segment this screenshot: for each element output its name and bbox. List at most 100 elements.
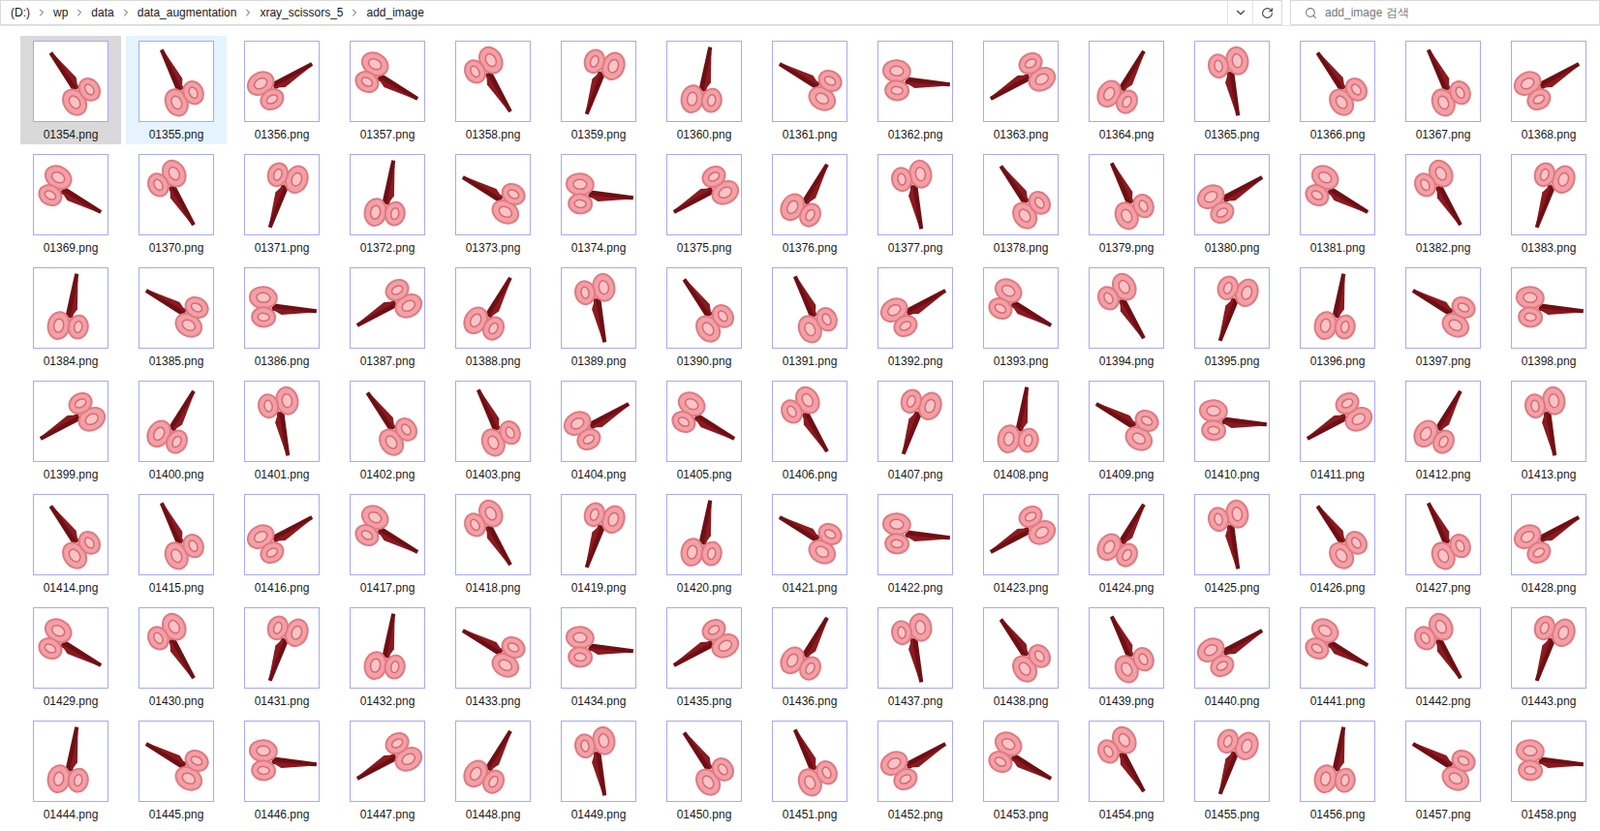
breadcrumb-label[interactable]: data_augmentation [131,3,244,22]
file-item[interactable]: 01364.png [1076,35,1177,145]
file-name[interactable]: 01405.png [676,466,733,483]
file-item[interactable]: 01452.png [864,715,966,825]
file-name[interactable]: 01449.png [571,806,627,823]
file-item[interactable]: 01362.png [864,35,966,145]
file-item[interactable]: 01440.png [1181,602,1283,711]
file-name[interactable]: 01444.png [43,806,99,823]
file-name[interactable]: 01370.png [149,240,205,256]
file-item[interactable]: 01432.png [337,602,438,711]
file-name[interactable]: 01442.png [1415,693,1472,709]
file-item[interactable]: 01381.png [1287,149,1388,258]
file-item[interactable]: 01394.png [1076,262,1177,371]
file-name[interactable]: 01437.png [888,693,944,709]
file-name[interactable]: 01386.png [254,353,310,370]
file-name[interactable]: 01363.png [993,126,1049,143]
file-name[interactable]: 01408.png [993,466,1049,483]
file-name[interactable]: 01432.png [360,693,416,709]
file-item[interactable]: 01445.png [125,715,227,825]
file-item[interactable]: 01373.png [442,149,544,258]
file-name[interactable]: 01455.png [1204,806,1261,823]
file-name[interactable]: 01453.png [993,806,1049,823]
file-item[interactable]: 01361.png [759,35,861,145]
breadcrumb-label[interactable]: (D:) [4,3,36,22]
breadcrumb-item[interactable]: data [85,3,131,22]
file-name[interactable]: 01354.png [43,126,99,143]
file-name[interactable]: 01382.png [1415,240,1472,256]
file-name[interactable]: 01456.png [1310,806,1366,823]
file-name[interactable]: 01404.png [571,466,627,483]
file-item[interactable]: 01449.png [548,715,649,825]
file-name[interactable]: 01416.png [254,580,310,596]
file-item[interactable]: 01385.png [125,262,227,371]
file-item[interactable]: 01377.png [864,149,966,258]
file-item[interactable]: 01378.png [970,149,1072,258]
file-name[interactable]: 01443.png [1521,693,1577,709]
file-name[interactable]: 01399.png [43,466,99,483]
file-item[interactable]: 01413.png [1498,375,1600,485]
file-item[interactable]: 01439.png [1076,602,1177,711]
file-item[interactable]: 01354.png [20,35,122,145]
file-item[interactable]: 01368.png [1498,35,1600,145]
file-item[interactable]: 01366.png [1287,35,1388,145]
file-name[interactable]: 01372.png [360,240,416,256]
file-name[interactable]: 01376.png [782,240,838,256]
file-name[interactable]: 01364.png [1099,126,1155,143]
file-name[interactable]: 01418.png [465,580,522,596]
address-bar[interactable]: (D:)wpdatadata_augmentationxray_scissors… [0,0,1283,26]
file-item[interactable]: 01403.png [442,375,544,485]
file-item[interactable]: 01410.png [1181,375,1283,485]
file-name[interactable]: 01381.png [1310,240,1366,256]
file-name[interactable]: 01379.png [1099,240,1155,256]
file-item[interactable]: 01396.png [1287,262,1388,371]
file-name[interactable]: 01388.png [465,353,522,370]
file-item[interactable]: 01405.png [653,375,755,485]
file-item[interactable]: 01415.png [125,489,227,598]
file-item[interactable]: 01450.png [653,715,755,825]
file-name[interactable]: 01366.png [1310,126,1366,143]
file-item[interactable]: 01386.png [231,262,333,371]
file-item[interactable]: 01384.png [20,262,122,371]
file-name[interactable]: 01373.png [465,240,522,256]
breadcrumb-label[interactable]: add_image [360,3,430,22]
file-item[interactable]: 01401.png [231,375,333,485]
file-name[interactable]: 01414.png [43,580,99,596]
file-name[interactable]: 01400.png [149,466,205,483]
file-item[interactable]: 01391.png [759,262,861,371]
file-name[interactable]: 01402.png [360,466,416,483]
file-item[interactable]: 01416.png [231,489,333,598]
file-item[interactable]: 01412.png [1392,375,1494,485]
file-name[interactable]: 01396.png [1310,353,1366,370]
file-item[interactable]: 01371.png [231,149,333,258]
file-item[interactable]: 01422.png [864,489,966,598]
file-item[interactable]: 01446.png [231,715,333,825]
file-name[interactable]: 01391.png [782,353,838,370]
file-item[interactable]: 01406.png [759,375,861,485]
file-item[interactable]: 01457.png [1392,715,1494,825]
file-item[interactable]: 01438.png [970,602,1072,711]
file-item[interactable]: 01420.png [653,489,755,598]
file-name[interactable]: 01389.png [571,353,627,370]
file-name[interactable]: 01403.png [465,466,522,483]
file-item[interactable]: 01425.png [1181,489,1283,598]
file-item[interactable]: 01380.png [1181,149,1283,258]
file-item[interactable]: 01408.png [970,375,1072,485]
search-box[interactable]: add_image 검색 [1290,0,1600,26]
file-name[interactable]: 01446.png [254,806,310,823]
file-name[interactable]: 01435.png [676,693,733,709]
file-name[interactable]: 01395.png [1204,353,1261,370]
file-item[interactable]: 01427.png [1392,489,1494,598]
file-name[interactable]: 01415.png [149,580,205,596]
file-name[interactable]: 01387.png [360,353,416,370]
file-name[interactable]: 01358.png [465,126,522,143]
file-name[interactable]: 01421.png [782,580,838,596]
file-name[interactable]: 01367.png [1415,126,1472,143]
file-name[interactable]: 01438.png [993,693,1049,709]
file-name[interactable]: 01362.png [888,126,944,143]
file-name[interactable]: 01429.png [43,693,99,709]
file-name[interactable]: 01439.png [1099,693,1155,709]
file-item[interactable]: 01367.png [1392,35,1494,145]
file-name[interactable]: 01454.png [1099,806,1155,823]
file-name[interactable]: 01434.png [571,693,627,709]
file-name[interactable]: 01355.png [149,126,205,143]
file-item[interactable]: 01397.png [1392,262,1494,371]
